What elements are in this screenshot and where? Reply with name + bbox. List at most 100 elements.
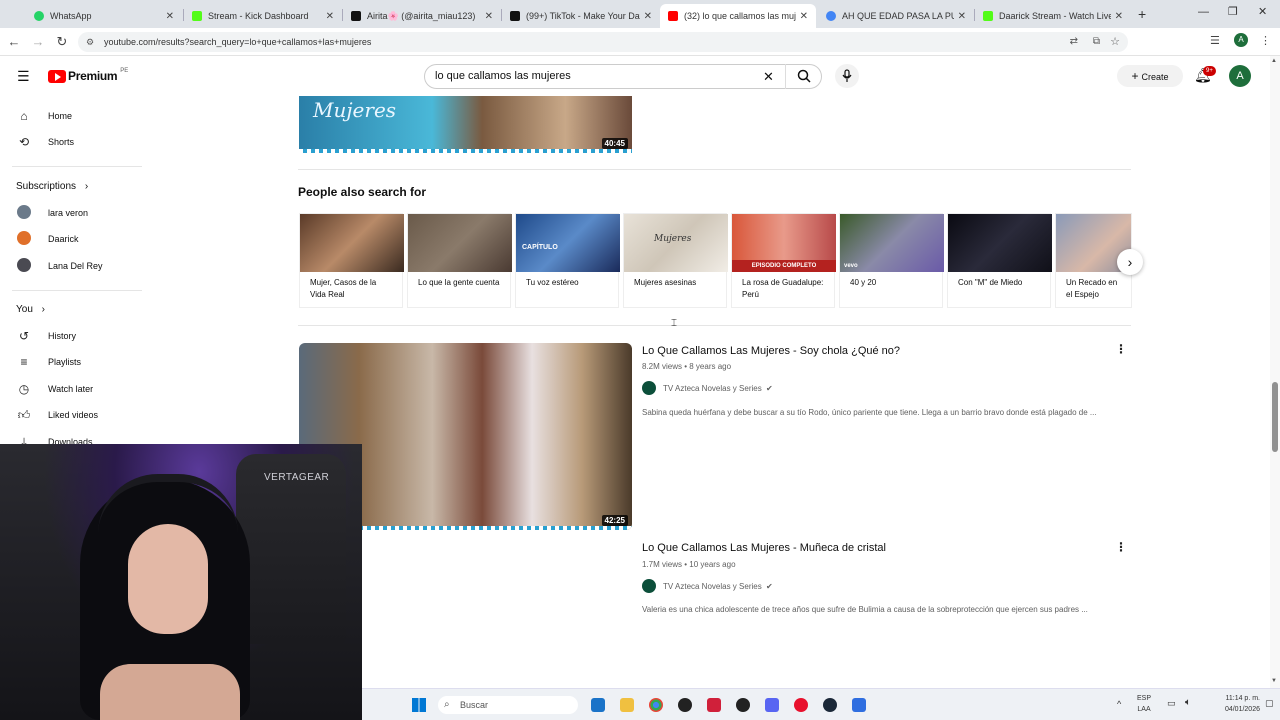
close-tab-icon[interactable]: ✕ (326, 11, 334, 22)
video-description: Sabina queda huérfana y debe buscar a su… (642, 408, 1097, 417)
hamburger-menu-icon[interactable]: ☰ (17, 68, 30, 85)
sidebar-item-playlists[interactable]: ≡ Playlists (0, 349, 150, 375)
restore-icon[interactable]: ❐ (1228, 5, 1238, 18)
channel-avatar[interactable] (642, 381, 656, 395)
sidebar-item-home[interactable]: ⌂ Home (0, 103, 150, 129)
chrome-menu-icon[interactable]: ⋮ (1260, 34, 1271, 47)
app-icon[interactable] (852, 698, 866, 712)
more-actions-icon[interactable]: ⋮ (1115, 540, 1127, 554)
clock[interactable]: 11:14 p. m. 04/01/2026 (1210, 693, 1260, 715)
edge-icon[interactable] (591, 698, 605, 712)
sidebar-item-watch-later[interactable]: ◷ Watch later (0, 376, 150, 402)
obs-icon[interactable] (678, 698, 692, 712)
search-input[interactable]: lo que callamos las mujeres ✕ (424, 64, 822, 89)
voice-search-button[interactable] (835, 64, 859, 88)
people-also-search-card[interactable]: EPISODIO COMPLETO La rosa de Guadalupe: … (731, 213, 836, 308)
channel-name[interactable]: TV Azteca Novelas y Series ✔ (663, 582, 773, 591)
app-icon[interactable] (736, 698, 750, 712)
forward-icon[interactable]: → (30, 34, 46, 50)
browser-tab[interactable]: Stream - Kick Dashboard ✕ (184, 4, 342, 28)
thumbnail-artwork: CAPÍTULO (522, 244, 558, 251)
close-tab-icon[interactable]: ✕ (644, 11, 652, 22)
discord-icon[interactable] (765, 698, 779, 712)
card-label: Lo que la gente cuenta (418, 278, 500, 287)
channel-avatar[interactable] (642, 579, 656, 593)
card-label: Mujeres asesinas (634, 278, 697, 287)
browser-tab[interactable]: (99+) TikTok - Make Your Day ✕ (502, 4, 660, 28)
people-also-search-card[interactable]: vevo 40 y 20 (839, 213, 944, 308)
minimize-icon[interactable]: — (1198, 6, 1209, 18)
page-scrollbar[interactable]: ▲ ▼ (1270, 56, 1280, 688)
youtube-logo[interactable]: Premium PE (48, 68, 129, 83)
video-title[interactable]: Lo Que Callamos Las Mujeres - Muñeca de … (642, 542, 886, 554)
translate-icon[interactable]: ⇄ (1070, 32, 1078, 52)
bookmark-star-icon[interactable]: ☆ (1110, 32, 1120, 52)
tab-title: (32) lo que callamos las mujere (684, 11, 796, 21)
people-also-search-card[interactable]: Con "M" de Miedo (947, 213, 1052, 308)
install-app-icon[interactable]: ⧉ (1093, 32, 1100, 52)
youtube-play-icon (48, 69, 66, 83)
back-icon[interactable]: ← (6, 34, 22, 50)
channel-name[interactable]: TV Azteca Novelas y Series ✔ (663, 384, 773, 393)
language-indicator[interactable]: ESP LAA (1137, 693, 1151, 715)
create-button[interactable]: + Create (1117, 65, 1183, 87)
people-also-search-card[interactable]: CAPÍTULO Tu voz estéreo (515, 213, 620, 308)
network-icon[interactable]: ▭ (1167, 698, 1176, 709)
close-tab-icon[interactable]: ✕ (166, 11, 174, 22)
video-thumbnail[interactable]: Mujeres 40:45 (299, 96, 632, 153)
opera-icon[interactable] (794, 698, 808, 712)
reading-list-icon[interactable]: ☰ (1210, 34, 1220, 47)
account-avatar[interactable]: A (1229, 65, 1251, 87)
sidebar-item-liked-videos[interactable]: 👍︎ Liked videos (0, 402, 150, 428)
tab-title: (99+) TikTok - Make Your Day (526, 11, 640, 21)
sidebar-item-label: Playlists (48, 357, 82, 367)
section-title: People also search for (298, 185, 427, 199)
chrome-icon[interactable] (649, 698, 663, 712)
people-also-search-card[interactable]: Lo que la gente cuenta (407, 213, 512, 308)
scroll-up-icon[interactable]: ▲ (1271, 58, 1277, 64)
windows-start-icon[interactable] (412, 698, 426, 712)
tray-chevron-icon[interactable]: ^ (1117, 699, 1121, 709)
browser-tab[interactable]: AH QUE EDAD PASA LA PUBER ✕ (818, 4, 974, 28)
sidebar-item-shorts[interactable]: ⟲ Shorts (0, 129, 150, 155)
browser-tab[interactable]: Airita🌸 (@airita_miau123) ✕ (343, 4, 501, 28)
you-heading[interactable]: You › (16, 304, 45, 315)
video-title[interactable]: Lo Que Callamos Las Mujeres - Soy chola … (642, 345, 900, 357)
browser-tab[interactable]: Daarick Stream - Watch Live on ✕ (975, 4, 1131, 28)
steam-icon[interactable] (823, 698, 837, 712)
history-icon: ↺ (18, 329, 30, 343)
scrollbar-thumb[interactable] (1272, 382, 1278, 452)
close-tab-icon[interactable]: ✕ (485, 11, 493, 22)
people-also-search-card[interactable]: Mujeres Mujeres asesinas (623, 213, 728, 308)
clear-search-icon[interactable]: ✕ (763, 65, 774, 88)
new-tab-button[interactable]: + (1138, 6, 1146, 22)
sidebar-item-history[interactable]: ↺ History (0, 323, 150, 349)
sidebar-item-subscription[interactable]: Lana Del Rey (0, 253, 150, 279)
browser-tab[interactable]: WhatsApp ✕ (26, 4, 182, 28)
search-button[interactable] (785, 64, 822, 89)
address-bar[interactable]: ⚙ youtube.com/results?search_query=lo+qu… (78, 32, 1128, 52)
scroll-down-icon[interactable]: ▼ (1271, 678, 1277, 684)
taskbar-search[interactable]: ⌕ Buscar (438, 696, 578, 714)
sidebar-item-subscription[interactable]: Daarick (0, 226, 150, 252)
scroll-right-button[interactable]: › (1117, 249, 1143, 275)
taskbar-search-label: Buscar (460, 700, 489, 710)
site-info-icon[interactable]: ⚙ (86, 32, 94, 52)
subscriptions-heading[interactable]: Subscriptions › (16, 181, 88, 192)
app-icon[interactable] (707, 698, 721, 712)
sidebar-item-subscription[interactable]: lara veron (0, 200, 150, 226)
more-actions-icon[interactable]: ⋮ (1115, 342, 1127, 356)
profile-avatar[interactable]: A (1234, 33, 1248, 47)
file-explorer-icon[interactable] (620, 698, 634, 712)
people-also-search-card[interactable]: Mujer, Casos de la Vida Real (299, 213, 404, 308)
close-tab-icon[interactable]: ✕ (800, 11, 808, 22)
card-thumbnail: CAPÍTULO (516, 214, 620, 272)
region-code: PE (120, 68, 129, 74)
close-tab-icon[interactable]: ✕ (1115, 11, 1123, 22)
volume-icon[interactable]: 🔈︎ (1185, 697, 1191, 708)
close-window-icon[interactable]: ✕ (1258, 5, 1267, 18)
close-tab-icon[interactable]: ✕ (958, 11, 966, 22)
notification-center-icon[interactable]: ▢ (1265, 698, 1274, 709)
browser-tab-active[interactable]: (32) lo que callamos las mujere ✕ (660, 4, 816, 28)
reload-icon[interactable]: ↻ (54, 34, 70, 50)
